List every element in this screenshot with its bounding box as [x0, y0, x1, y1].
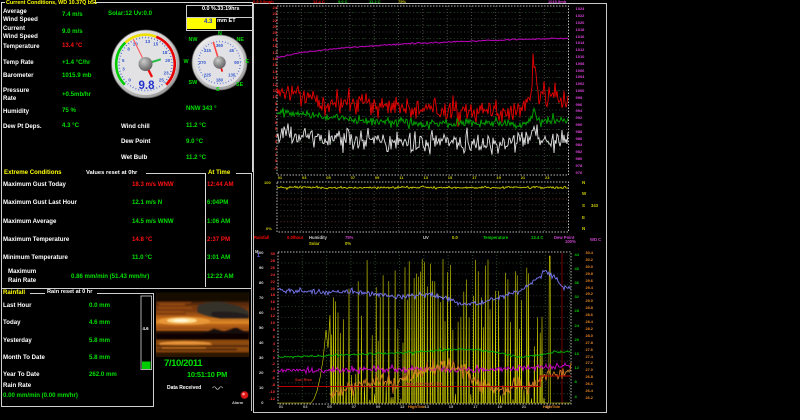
svg-text:180: 180	[216, 77, 224, 82]
svg-text:20: 20	[165, 58, 171, 63]
svg-text:9.8: 9.8	[139, 80, 156, 92]
svg-text:23: 23	[164, 71, 170, 76]
svg-text:135: 135	[228, 72, 236, 77]
svg-text:15: 15	[153, 42, 159, 47]
svg-text:315: 315	[204, 48, 212, 53]
svg-text:25: 25	[159, 78, 165, 83]
svg-text:13: 13	[145, 39, 151, 44]
svg-text:45: 45	[229, 48, 234, 53]
svg-text:18: 18	[162, 50, 168, 55]
svg-text:270: 270	[199, 60, 207, 65]
svg-text:360: 360	[216, 43, 224, 48]
svg-text:225: 225	[204, 72, 212, 77]
svg-text:90: 90	[234, 60, 239, 65]
